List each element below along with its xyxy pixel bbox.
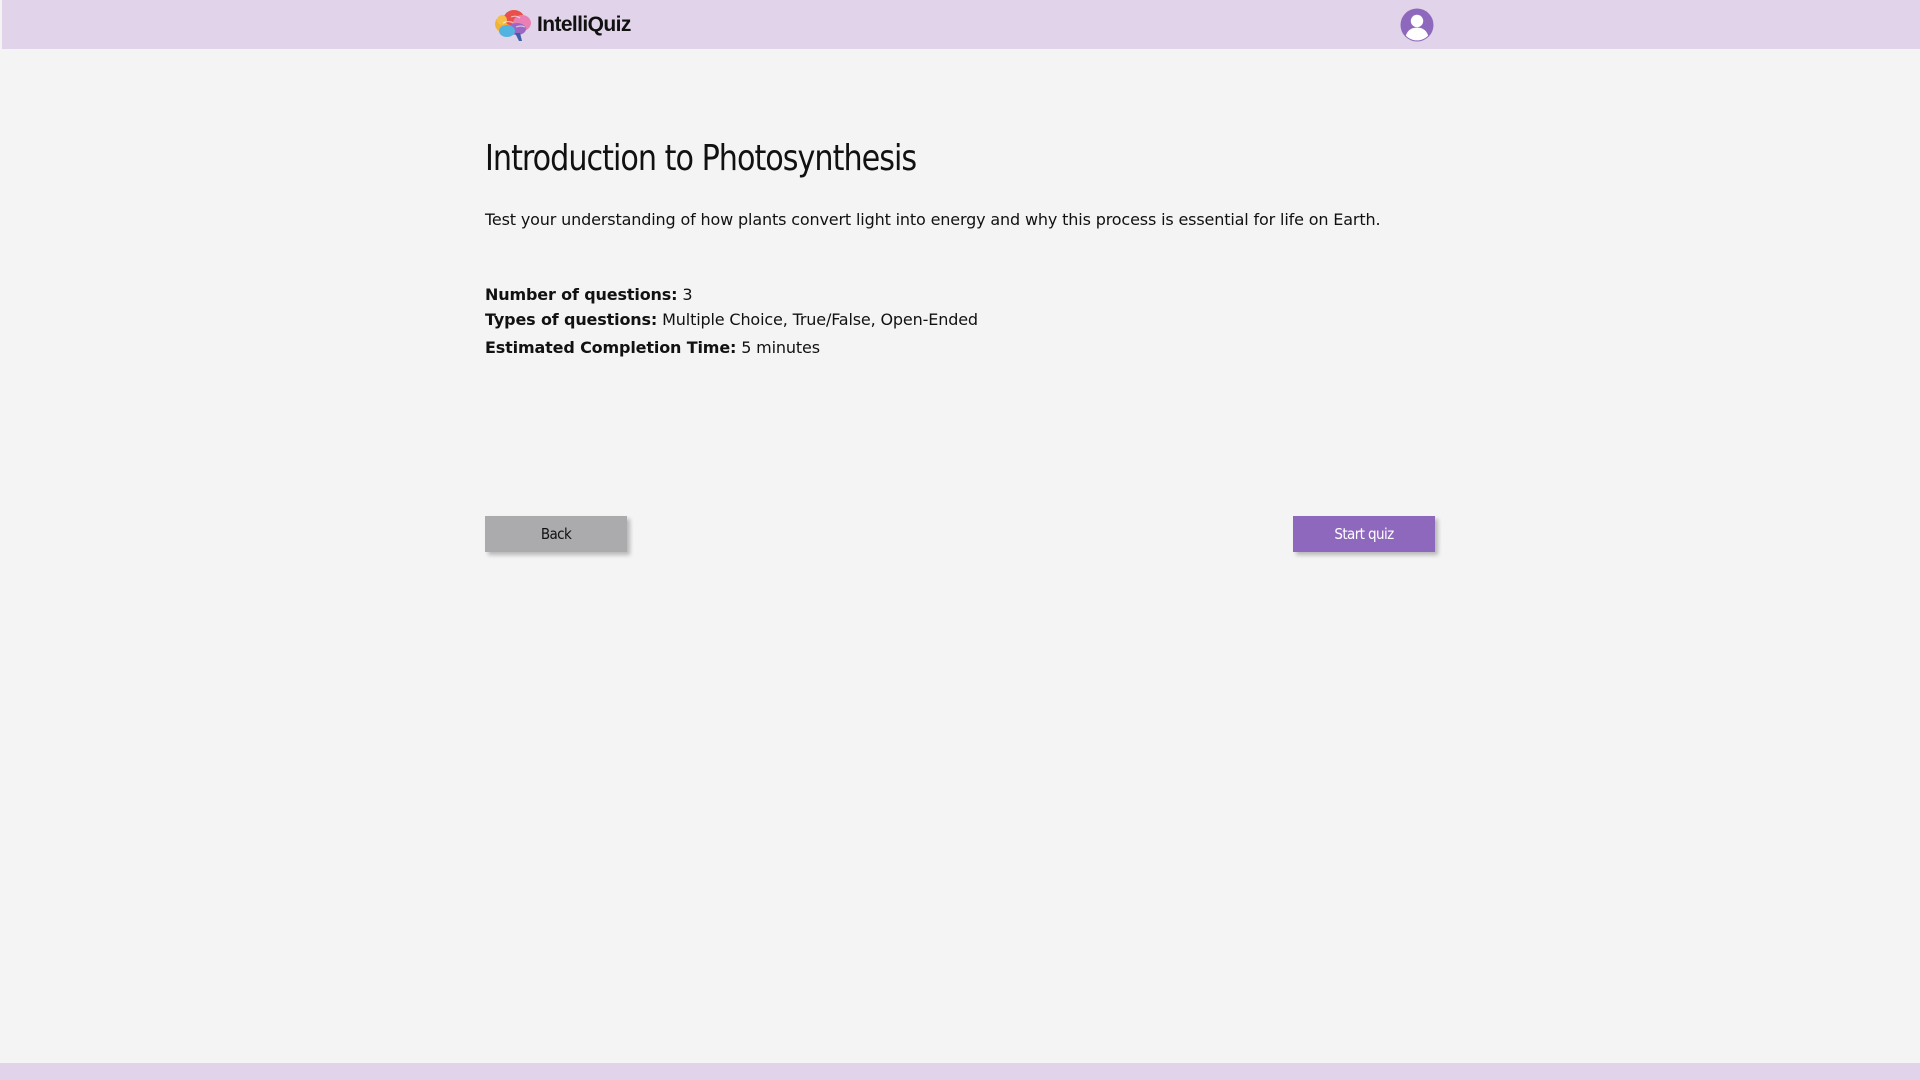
footer-bar xyxy=(0,1063,1920,1080)
start-quiz-button[interactable]: Start quiz xyxy=(1293,516,1435,552)
top-navigation-bar: IntelliQuiz xyxy=(2,0,1920,49)
detail-value: 5 minutes xyxy=(741,338,820,357)
detail-label: Number of questions: xyxy=(485,285,678,304)
quiz-detail-completion-time: Estimated Completion Time: 5 minutes xyxy=(485,338,820,357)
page-title: Introduction to Photosynthesis xyxy=(485,138,917,179)
brand-link[interactable]: IntelliQuiz xyxy=(493,8,631,42)
quiz-detail-question-count: Number of questions: 3 xyxy=(485,285,693,304)
quiz-detail-question-types: Types of questions: Multiple Choice, Tru… xyxy=(485,310,978,329)
brain-icon xyxy=(495,10,531,41)
detail-value: 3 xyxy=(682,285,693,304)
user-avatar-icon[interactable] xyxy=(1400,8,1434,42)
app-name: IntelliQuiz xyxy=(537,13,631,36)
detail-value: Multiple Choice, True/False, Open-Ended xyxy=(662,310,978,329)
detail-label: Types of questions: xyxy=(485,310,658,329)
quiz-description: Test your understanding of how plants co… xyxy=(485,210,1381,229)
detail-label: Estimated Completion Time: xyxy=(485,338,737,357)
back-button[interactable]: Back xyxy=(485,516,627,552)
